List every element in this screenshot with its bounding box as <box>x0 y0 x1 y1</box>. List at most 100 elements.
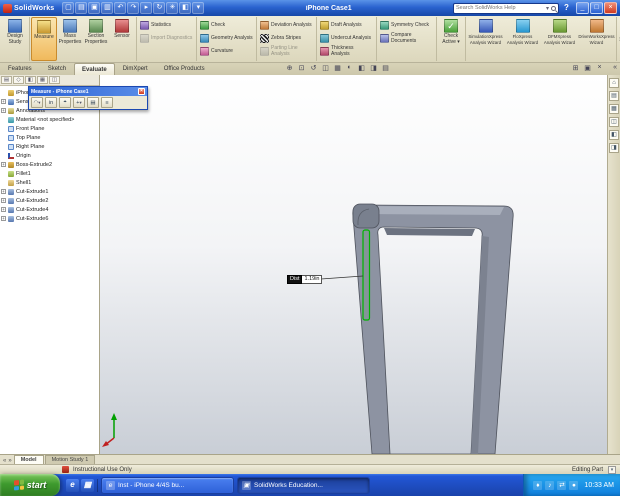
zoom-fit-icon[interactable]: ⊕ <box>285 64 294 72</box>
expand-icon[interactable]: + <box>1 99 6 104</box>
command-tab[interactable]: Features <box>0 63 40 75</box>
selected-edge[interactable] <box>362 229 371 321</box>
taskbar-task-button[interactable]: e Inst - iPhone 4/4S bu... <box>101 476 234 494</box>
show-xyz-button[interactable]: ⌖ <box>59 97 71 108</box>
ribbon-button[interactable]: Design Study <box>2 17 28 61</box>
minimize-button[interactable]: _ <box>576 2 589 14</box>
command-tab[interactable]: Evaluate <box>74 63 115 75</box>
taskbar-task-button[interactable]: ▣ SolidWorks Education... <box>237 476 370 494</box>
measure-dialog-titlebar[interactable]: Measure - iPhone Case1 × <box>29 87 147 96</box>
ribbon-button[interactable]: Parting Line Analysis <box>258 45 315 58</box>
ribbon-button[interactable]: DriveWorksXpress Wizard <box>578 17 615 61</box>
collapse-ribbon-icon[interactable]: « <box>613 64 617 71</box>
dimxpert-manager-tab[interactable]: ▦ <box>37 76 48 84</box>
file-explorer-icon[interactable]: ▦ <box>609 104 619 114</box>
search-dropdown-icon[interactable]: ▾ <box>546 5 549 12</box>
tree-item[interactable]: Shell1 <box>1 178 98 187</box>
expand-icon[interactable]: + <box>1 198 6 203</box>
configuration-manager-tab[interactable]: ◧ <box>25 76 36 84</box>
ribbon-button[interactable]: Undercut Analysis <box>318 32 375 45</box>
rebuild-icon[interactable]: ↻ <box>153 2 166 14</box>
help-button[interactable]: ? <box>561 2 572 14</box>
tree-item[interactable]: Origin <box>1 151 98 160</box>
ribbon-button[interactable]: SimulationXpress Analysis Wizard <box>467 17 504 61</box>
close-button[interactable]: × <box>604 2 617 14</box>
panel-layout-icon[interactable]: ▣ <box>583 64 592 72</box>
search-icon[interactable] <box>551 5 556 11</box>
ribbon-button[interactable]: Section Properties <box>83 17 109 61</box>
tree-item[interactable]: Material <not specified> <box>1 115 98 124</box>
search-input[interactable] <box>456 5 544 11</box>
show-desktop-icon[interactable]: ▦ <box>81 478 94 492</box>
volume-tray-icon[interactable]: ♪ <box>545 480 555 490</box>
dialog-expand-button[interactable]: ≡ <box>101 97 113 108</box>
section-view-icon[interactable]: ◫ <box>321 64 330 72</box>
ribbon-button[interactable]: Curvature <box>198 45 255 58</box>
hide-show-icon[interactable]: ◧ <box>357 64 366 72</box>
ribbon-button[interactable]: ✓ Check Active ▾ <box>438 17 464 61</box>
tree-item[interactable]: + Cut-Extrude1 <box>1 187 98 196</box>
expand-icon[interactable]: + <box>1 108 6 113</box>
command-tab[interactable]: Office Products <box>156 63 213 75</box>
document-tab[interactable]: Motion Study 1 <box>44 455 96 464</box>
view-palette-icon[interactable]: ◧ <box>609 130 619 140</box>
tree-item[interactable]: Front Plane <box>1 124 98 133</box>
new-icon[interactable]: ▢ <box>62 2 75 14</box>
display-manager-tab[interactable]: ◫ <box>49 76 60 84</box>
network-tray-icon[interactable]: ⇄ <box>557 480 567 490</box>
tree-item[interactable]: Fillet1 <box>1 169 98 178</box>
dialog-close-button[interactable]: × <box>138 88 145 95</box>
expand-icon[interactable]: + <box>1 189 6 194</box>
property-manager-tab[interactable]: ◇ <box>13 76 24 84</box>
ribbon-button[interactable]: FloXpress Analysis Wizard <box>504 17 541 61</box>
measurement-history-button[interactable]: ▤ <box>87 97 99 108</box>
display-style-icon[interactable]: ◐ <box>345 64 354 72</box>
close-toolbar-icon[interactable]: × <box>595 64 604 72</box>
tree-item[interactable]: Top Plane <box>1 133 98 142</box>
graphics-area[interactable]: Dist 1.19in <box>100 75 607 454</box>
tree-item[interactable]: + Cut-Extrude6 <box>1 214 98 223</box>
print-icon[interactable]: ▥ <box>101 2 114 14</box>
ribbon-button[interactable]: Mass Properties <box>57 17 83 61</box>
ribbon-button[interactable]: Draft Analysis <box>318 19 375 32</box>
options-icon[interactable]: ✳ <box>166 2 179 14</box>
custom-toolbar-corner-icon[interactable]: ▾ <box>608 465 616 474</box>
arc-circle-measure-button[interactable]: ◠ ▾ <box>31 97 43 108</box>
ribbon-button[interactable]: Deviation Analysis <box>258 19 315 32</box>
expand-icon[interactable]: + <box>1 207 6 212</box>
zoom-area-icon[interactable]: ⊡ <box>297 64 306 72</box>
save-icon[interactable]: ▣ <box>88 2 101 14</box>
ribbon-button[interactable]: Geometry Analysis <box>198 32 255 45</box>
expand-icon[interactable]: + <box>1 216 6 221</box>
select-icon[interactable]: ▸ <box>140 2 153 14</box>
ribbon-button[interactable]: Thickness Analysis <box>318 45 375 58</box>
tree-item[interactable]: + Cut-Extrude4 <box>1 205 98 214</box>
design-library-icon[interactable]: ▤ <box>609 91 619 101</box>
open-icon[interactable]: ▤ <box>75 2 88 14</box>
undo-icon[interactable]: ↶ <box>114 2 127 14</box>
ribbon-button[interactable]: Compare Documents <box>378 32 435 45</box>
security-tray-icon[interactable]: ♦ <box>533 480 543 490</box>
scene-icon[interactable]: ▤ <box>381 64 390 72</box>
expand-icon[interactable]: + <box>1 162 6 167</box>
fullscreen-icon[interactable]: ⊞ <box>571 64 580 72</box>
iphone-case-model[interactable] <box>352 204 514 454</box>
measure-dialog[interactable]: Measure - iPhone Case1 × ◠ ▾ in ⌖ + ▾ ▤ … <box>28 86 148 110</box>
toolbar-more-icon[interactable]: ▾ <box>192 2 205 14</box>
document-tab[interactable]: Model <box>13 455 44 464</box>
units-button[interactable]: in <box>45 97 57 108</box>
appearance-icon[interactable]: ◨ <box>369 64 378 72</box>
ribbon-button[interactable]: DFMXpress Analysis Wizard <box>541 17 578 61</box>
command-tab[interactable]: DimXpert <box>115 63 156 75</box>
previous-view-icon[interactable]: ↺ <box>309 64 318 72</box>
maximize-button[interactable]: □ <box>590 2 603 14</box>
update-tray-icon[interactable]: ● <box>569 480 579 490</box>
help-search-box[interactable]: ▾ <box>453 2 559 14</box>
command-tab[interactable]: Sketch <box>40 63 74 75</box>
search-pane-icon[interactable]: ◫ <box>609 117 619 127</box>
ribbon-button[interactable]: Check <box>198 19 255 32</box>
tab-scroll-right-icon[interactable]: » <box>7 458 12 464</box>
custom-properties-icon[interactable]: ◨ <box>609 143 619 153</box>
start-button[interactable]: start <box>0 474 60 496</box>
ribbon-button[interactable]: Symmetry Check <box>378 19 435 32</box>
